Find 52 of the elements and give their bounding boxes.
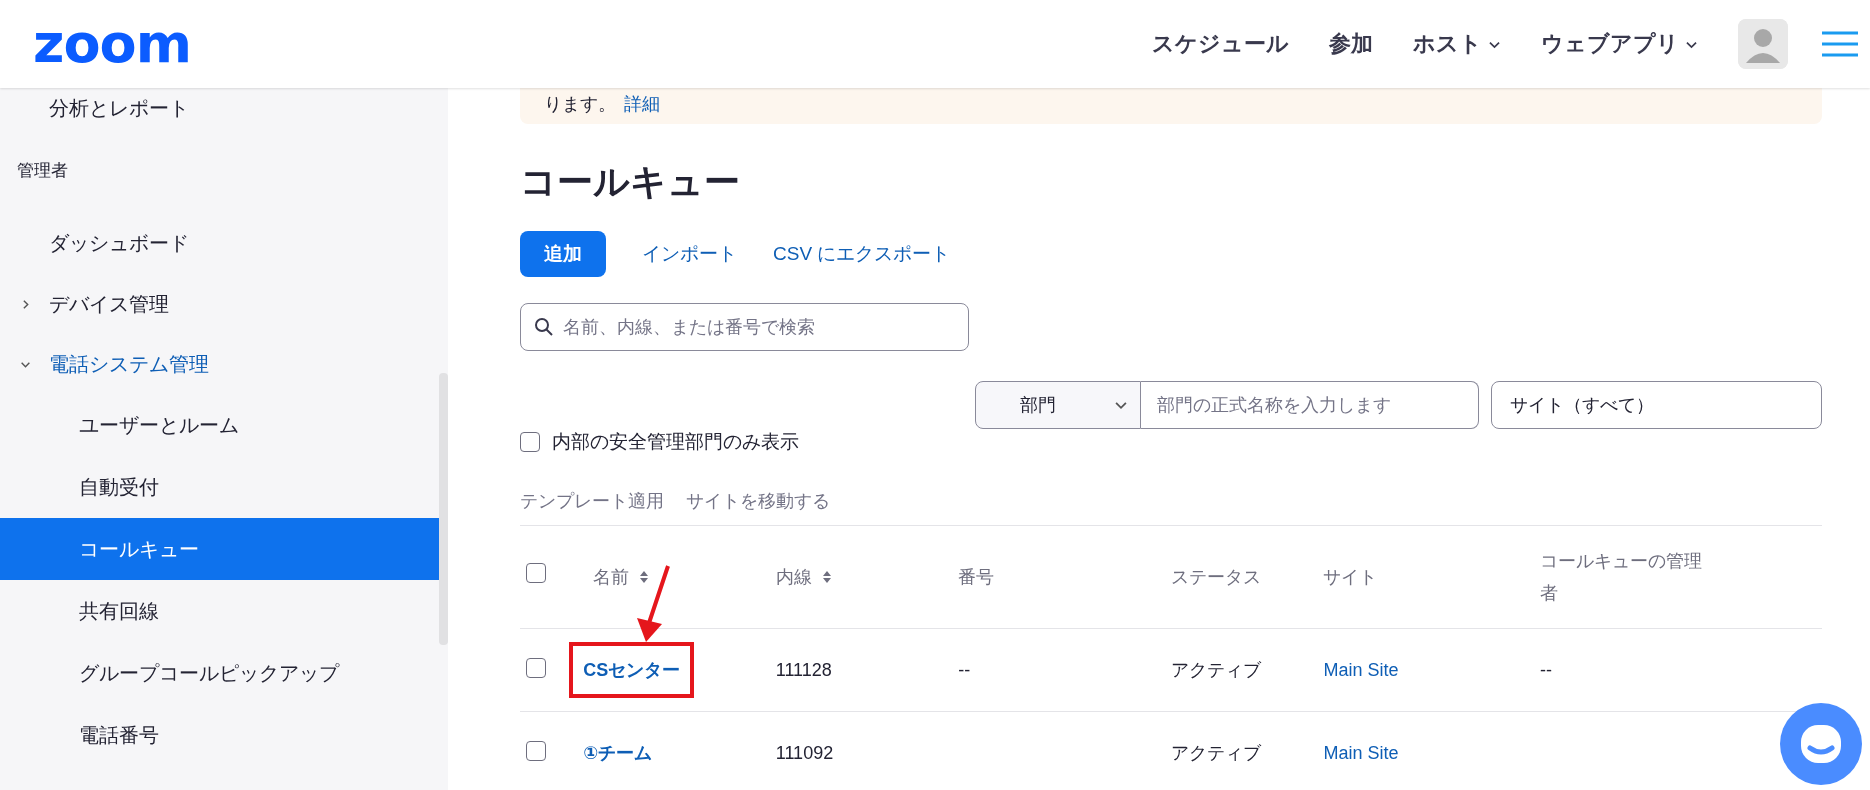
nav-link[interactable]: ウェブアプリ [1541, 29, 1698, 59]
site-link[interactable]: Main Site [1323, 659, 1399, 680]
action-link[interactable]: インポート [642, 241, 737, 267]
zoom-logo[interactable]: zoom [33, 17, 191, 71]
table-cell: -- [1540, 659, 1553, 680]
sidebar-item[interactable]: グループコールピックアップ [0, 642, 439, 704]
column-header: ステータス [1170, 566, 1261, 589]
column-header[interactable]: 名前 [593, 561, 630, 593]
nav-link[interactable]: ホスト [1413, 29, 1501, 59]
table-cell: 111092 [775, 742, 834, 763]
checkbox[interactable] [520, 432, 540, 452]
sidebar-item[interactable]: 自動受付 [0, 456, 439, 518]
sidebar-item[interactable]: 共有回線 [0, 580, 439, 642]
column-header: コールキューの管理者 [1540, 550, 1704, 605]
department-name-field[interactable]: 部門の正式名称を入力します [1141, 381, 1479, 429]
add-button[interactable]: 追加 [520, 231, 606, 277]
name-link[interactable]: ①チーム [569, 725, 667, 781]
sidebar-group[interactable]: 電話システム管理 [0, 334, 439, 394]
nav-link[interactable]: 参加 [1329, 29, 1373, 59]
page-title: コールキュー [520, 160, 741, 204]
column-header[interactable]: 内線 [775, 561, 812, 593]
action-link[interactable]: CSV にエクスポート [773, 241, 951, 267]
table-cell: アクティブ [1170, 660, 1261, 680]
table-cell: 111128 [775, 659, 832, 680]
type-dropdown[interactable]: 部門 [975, 381, 1141, 429]
site-link[interactable]: Main Site [1323, 742, 1399, 763]
sidebar-item[interactable]: 電話番号 [0, 704, 439, 766]
sidebar-item[interactable]: ダッシュボード [0, 212, 439, 274]
table-cell: -- [958, 659, 971, 680]
row-checkbox[interactable] [526, 740, 546, 761]
search-field[interactable]: 名前、内線、または番号で検索 [520, 303, 969, 351]
site-dropdown[interactable]: サイト（すべて） [1491, 381, 1822, 429]
checkbox-label: 内部の安全管理部門のみ表示 [552, 430, 799, 454]
scrollbar[interactable] [439, 373, 448, 645]
sidebar-item[interactable]: ユーザーとルーム [0, 394, 439, 456]
table-cell: アクティブ [1170, 743, 1261, 763]
details-link[interactable]: 詳細 [624, 94, 660, 114]
sort-icon[interactable] [821, 570, 832, 584]
select-all-checkbox[interactable] [526, 563, 546, 583]
row-checkbox[interactable] [526, 657, 546, 678]
sidebar-section-heading: 管理者 [16, 159, 69, 182]
column-header: 番号 [958, 566, 995, 589]
sidebar-group[interactable]: デバイス管理 [0, 274, 439, 334]
nav-link[interactable]: スケジュール [1152, 29, 1289, 59]
search-icon [534, 317, 554, 337]
sidebar-item[interactable]: 分析とレポート [0, 88, 439, 128]
menu-icon[interactable] [1822, 31, 1858, 57]
highlighted-name-link[interactable]: CSセンター [569, 642, 695, 698]
sidebar-item[interactable]: コールキュー [0, 518, 439, 580]
chat-icon[interactable] [1780, 703, 1862, 785]
sort-icon[interactable] [639, 570, 650, 584]
column-header: サイト [1323, 566, 1378, 589]
